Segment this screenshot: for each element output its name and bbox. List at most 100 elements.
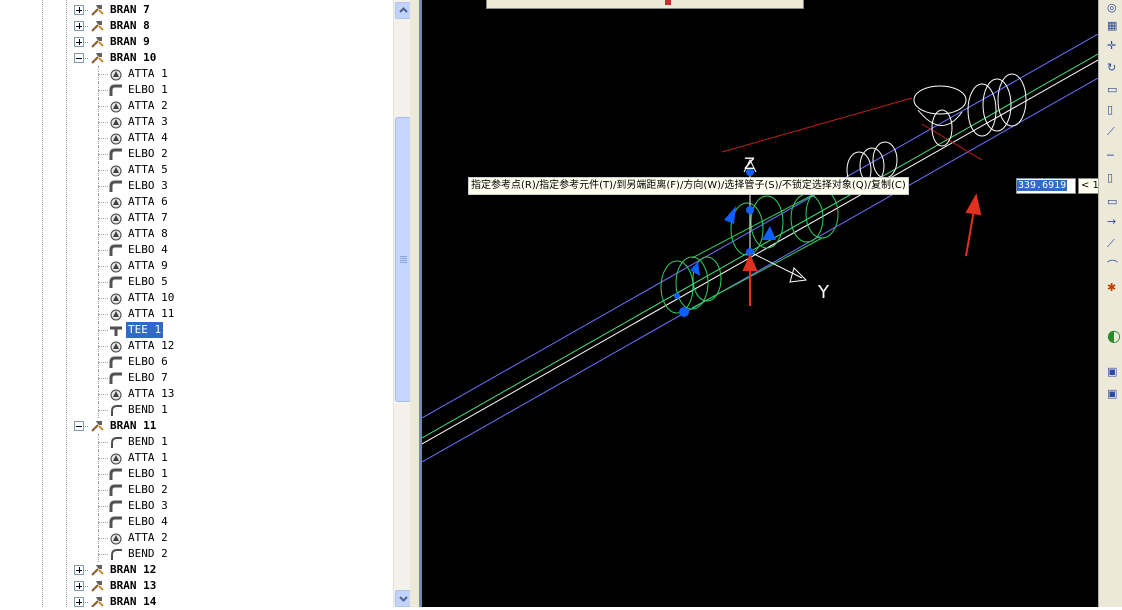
tree-node-label[interactable]: ELBO 3 — [126, 498, 170, 514]
tool-icon-16[interactable]: ▣ — [1107, 366, 1121, 378]
tree-branch-row[interactable]: BRAN 7 — [0, 2, 393, 18]
tool-icon-10[interactable]: ▭ — [1107, 196, 1121, 208]
tree-element-row[interactable]: ATTA 1 — [0, 66, 393, 82]
tree-element-row[interactable]: ELBO 7 — [0, 370, 393, 386]
tree-node-label[interactable]: ELBO 3 — [126, 178, 170, 194]
tree-element-row[interactable]: ATTA 7 — [0, 210, 393, 226]
panel-splitter[interactable] — [410, 0, 422, 607]
expand-toggle[interactable] — [74, 565, 84, 575]
tool-icon-1[interactable]: ◎ — [1107, 2, 1121, 14]
tool-icon-8[interactable]: ─ — [1107, 150, 1121, 162]
tool-icon-13[interactable]: ⌒ — [1107, 260, 1121, 272]
tree-node-label[interactable]: ATTA 7 — [126, 210, 170, 226]
tree-element-row[interactable]: ELBO 5 — [0, 274, 393, 290]
tree-node-label[interactable]: ATTA 12 — [126, 338, 176, 354]
collapse-toggle[interactable] — [74, 421, 84, 431]
tree-element-row[interactable]: ATTA 10 — [0, 290, 393, 306]
tree-node-label[interactable]: ELBO 2 — [126, 146, 170, 162]
tree-node-label[interactable]: ELBO 4 — [126, 242, 170, 258]
model-tree[interactable]: BRAN 7 BRAN 8 BRAN 9 BRAN 10 ATTA 1 ELBO 1 ATT… — [0, 0, 393, 607]
expand-toggle[interactable] — [74, 21, 84, 31]
tree-node-label[interactable]: BEND 1 — [126, 402, 170, 418]
tree-node-label[interactable]: ATTA 13 — [126, 386, 176, 402]
tool-icon-5[interactable]: ▭ — [1107, 84, 1121, 96]
tree-node-label[interactable]: BRAN 14 — [108, 594, 158, 607]
tree-branch-row[interactable]: BRAN 10 — [0, 50, 393, 66]
tree-node-label[interactable]: BRAN 11 — [108, 418, 158, 434]
tree-element-row[interactable]: ELBO 1 — [0, 466, 393, 482]
tree-node-label[interactable]: ELBO 6 — [126, 354, 170, 370]
tree-scrollbar[interactable] — [393, 0, 412, 607]
tree-branch-row[interactable]: BRAN 12 — [0, 562, 393, 578]
expand-toggle[interactable] — [74, 5, 84, 15]
3d-viewport[interactable]: Z Y 指定参考点(R)/指定参考元件(T)/到另端距离(F)/方向(W)/选择… — [422, 0, 1098, 607]
dynamic-input-value[interactable]: 339.6919 — [1017, 180, 1068, 191]
tree-node-label[interactable]: ELBO 4 — [126, 514, 170, 530]
dynamic-input-field[interactable]: 339.6919 — [1016, 178, 1076, 194]
tree-branch-row[interactable]: BRAN 9 — [0, 34, 393, 50]
tree-element-row[interactable]: ATTA 2 — [0, 98, 393, 114]
tree-element-row[interactable]: ATTA 13 — [0, 386, 393, 402]
tree-element-row[interactable]: ATTA 11 — [0, 306, 393, 322]
tree-element-row[interactable]: ELBO 4 — [0, 242, 393, 258]
tool-icon-11[interactable]: → — [1107, 216, 1121, 228]
tree-node-label[interactable]: ATTA 2 — [126, 98, 170, 114]
tree-node-label[interactable]: BRAN 10 — [108, 50, 158, 66]
tree-node-label[interactable]: BRAN 13 — [108, 578, 158, 594]
tree-element-row[interactable]: ATTA 3 — [0, 114, 393, 130]
tool-icon-9[interactable]: ▯ — [1107, 172, 1121, 184]
tool-icon-17[interactable]: ▣ — [1107, 388, 1121, 400]
tree-node-label[interactable]: BRAN 12 — [108, 562, 158, 578]
tree-node-label[interactable]: ELBO 5 — [126, 274, 170, 290]
tree-element-row[interactable]: ATTA 8 — [0, 226, 393, 242]
tree-element-row[interactable]: TEE 1 — [0, 322, 393, 338]
tree-element-row[interactable]: ELBO 2 — [0, 146, 393, 162]
expand-toggle[interactable] — [74, 597, 84, 607]
collapse-toggle[interactable] — [74, 53, 84, 63]
tree-node-label[interactable]: BEND 2 — [126, 546, 170, 562]
tool-icon-2[interactable]: ▦ — [1107, 20, 1121, 32]
tree-node-label[interactable]: ATTA 4 — [126, 130, 170, 146]
tree-element-row[interactable]: BEND 1 — [0, 402, 393, 418]
tool-icon-14[interactable]: ✱ — [1107, 282, 1121, 294]
tree-element-row[interactable]: ATTA 9 — [0, 258, 393, 274]
angle-input-field[interactable]: < 180° — [1078, 178, 1098, 194]
tree-element-row[interactable]: ATTA 12 — [0, 338, 393, 354]
tree-node-label[interactable]: ELBO 7 — [126, 370, 170, 386]
tree-node-label[interactable]: ATTA 10 — [126, 290, 176, 306]
move-icon[interactable]: ✛ — [1107, 40, 1121, 52]
rotate-icon[interactable]: ↻ — [1107, 62, 1121, 74]
tree-element-row[interactable]: ELBO 6 — [0, 354, 393, 370]
tree-node-label[interactable]: ATTA 5 — [126, 162, 170, 178]
tool-icon-6[interactable]: ▯ — [1107, 104, 1121, 116]
tree-node-label[interactable]: ELBO 1 — [126, 82, 170, 98]
tree-element-row[interactable]: ELBO 3 — [0, 178, 393, 194]
tree-node-label[interactable]: BRAN 8 — [108, 18, 152, 34]
toolbar-red-button[interactable] — [665, 0, 671, 5]
tree-element-row[interactable]: BEND 1 — [0, 434, 393, 450]
tree-node-label[interactable]: TEE 1 — [126, 322, 164, 338]
tree-element-row[interactable]: ELBO 1 — [0, 82, 393, 98]
tree-node-label[interactable]: ATTA 2 — [126, 530, 170, 546]
tree-node-label[interactable]: ELBO 1 — [126, 466, 170, 482]
tree-branch-row[interactable]: BRAN 13 — [0, 578, 393, 594]
tree-branch-row[interactable]: BRAN 8 — [0, 18, 393, 34]
tree-element-row[interactable]: ELBO 4 — [0, 514, 393, 530]
tree-element-row[interactable]: ELBO 3 — [0, 498, 393, 514]
tree-node-label[interactable]: ELBO 2 — [126, 482, 170, 498]
tree-node-label[interactable]: BRAN 9 — [108, 34, 152, 50]
tree-element-row[interactable]: ATTA 2 — [0, 530, 393, 546]
tool-icon-15[interactable]: ◐ — [1107, 328, 1121, 344]
tree-node-label[interactable]: ATTA 11 — [126, 306, 176, 322]
tree-node-label[interactable]: BEND 1 — [126, 434, 170, 450]
tree-element-row[interactable]: BEND 2 — [0, 546, 393, 562]
tool-icon-7[interactable]: ⟋ — [1107, 126, 1121, 138]
tree-element-row[interactable]: ATTA 4 — [0, 130, 393, 146]
tree-element-row[interactable]: ATTA 5 — [0, 162, 393, 178]
tree-element-row[interactable]: ATTA 6 — [0, 194, 393, 210]
tree-branch-row[interactable]: BRAN 14 — [0, 594, 393, 607]
expand-toggle[interactable] — [74, 37, 84, 47]
tree-node-label[interactable]: ATTA 1 — [126, 66, 170, 82]
tree-node-label[interactable]: BRAN 7 — [108, 2, 152, 18]
tree-branch-row[interactable]: BRAN 11 — [0, 418, 393, 434]
